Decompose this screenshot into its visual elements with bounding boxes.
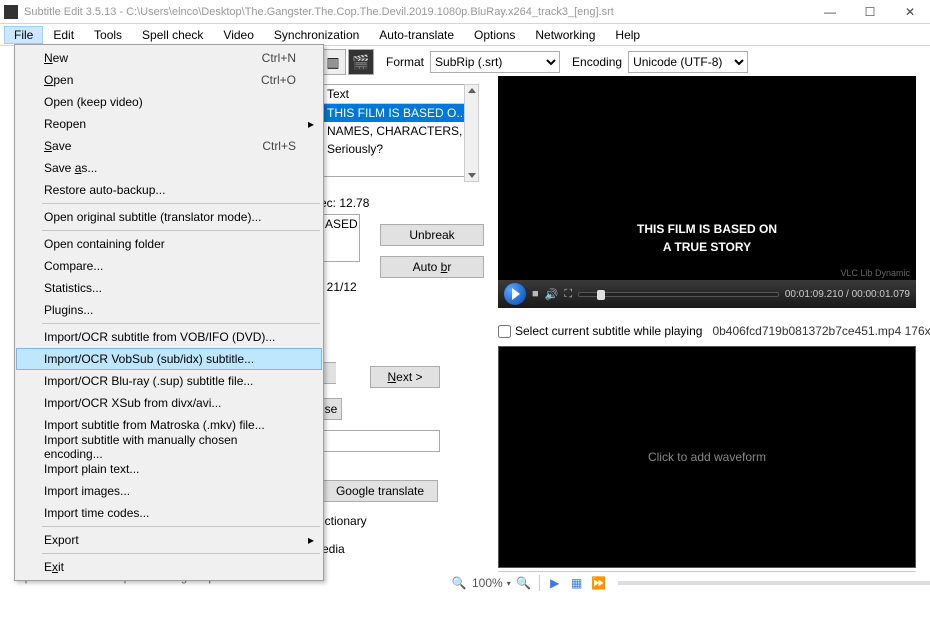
select-current-label: Select current subtitle while playing xyxy=(515,324,702,338)
menu-autotranslate[interactable]: Auto-translate xyxy=(369,26,464,44)
menu-item-import-vob[interactable]: Import/OCR subtitle from VOB/IFO (DVD)..… xyxy=(16,326,322,348)
list-row[interactable]: THIS FILM IS BASED O... xyxy=(321,104,477,122)
menu-item-restore-backup[interactable]: Restore auto-backup... xyxy=(16,179,322,201)
select-current-checkbox[interactable] xyxy=(498,325,511,338)
minimize-button[interactable]: — xyxy=(810,5,850,19)
text-field-fragment[interactable] xyxy=(320,430,440,452)
subtitle-textarea[interactable]: ASED xyxy=(320,214,360,262)
video-controls: ■ 🔊 ⛶ 00:01:09.210 / 00:00:01.079 xyxy=(498,280,916,308)
video-caption: THIS FILM IS BASED ON A TRUE STORY xyxy=(498,220,916,256)
close-button[interactable]: ✕ xyxy=(890,5,930,19)
menu-item-import-encoding[interactable]: Import subtitle with manually chosen enc… xyxy=(16,436,322,458)
menu-options[interactable]: Options xyxy=(464,26,525,44)
zoom-out-icon[interactable]: 🔍 xyxy=(450,574,468,592)
window-title: Subtitle Edit 3.5.13 - C:\Users\elnco\De… xyxy=(24,6,810,18)
subtitle-list[interactable]: Text THIS FILM IS BASED O... NAMES, CHAR… xyxy=(320,84,478,177)
list-row[interactable]: Seriously? xyxy=(321,140,477,158)
zoom-value: 100% xyxy=(472,576,503,590)
encoding-label: Encoding xyxy=(572,55,622,69)
menu-spellcheck[interactable]: Spell check xyxy=(132,26,213,44)
menu-item-save[interactable]: SaveCtrl+S xyxy=(16,135,322,157)
menu-item-import-images[interactable]: Import images... xyxy=(16,480,322,502)
unbreak-button[interactable]: Unbreak xyxy=(380,224,484,246)
maximize-button[interactable]: ☐ xyxy=(850,5,890,19)
menu-file[interactable]: File xyxy=(4,26,43,44)
menu-bar: File Edit Tools Spell check Video Synchr… xyxy=(0,24,930,46)
video-time: 00:01:09.210 / 00:00:01.079 xyxy=(785,289,910,300)
toolbar-button-clapper[interactable]: 🎬 xyxy=(348,49,374,75)
chars-sec-label: ec: 12.78 xyxy=(320,196,369,210)
format-select[interactable]: SubRip (.srt) xyxy=(430,51,560,73)
menu-item-export[interactable]: Export▸ xyxy=(16,529,322,551)
list-row[interactable] xyxy=(321,158,477,176)
play-button[interactable] xyxy=(504,283,526,305)
stop-icon[interactable]: ■ xyxy=(532,288,539,300)
select-current-row: Select current subtitle while playing 0b… xyxy=(498,324,930,338)
zoom-toolbar: 🔍 100% ▾ 🔍 ▶ ▦ ⏩ xyxy=(450,574,930,592)
menu-item-open-keep-video[interactable]: Open (keep video) xyxy=(16,91,322,113)
file-menu-dropdown: NewCtrl+N OpenCtrl+O Open (keep video) R… xyxy=(14,44,324,581)
menu-item-reopen[interactable]: Reopen▸ xyxy=(16,113,322,135)
title-bar: Subtitle Edit 3.5.13 - C:\Users\elnco\De… xyxy=(0,0,930,24)
menu-video[interactable]: Video xyxy=(213,26,263,44)
toolbar: ▥ 🎬 Format SubRip (.srt) Encoding Unicod… xyxy=(320,46,748,78)
menu-item-open[interactable]: OpenCtrl+O xyxy=(16,69,322,91)
volume-icon[interactable]: 🔊 xyxy=(545,288,559,301)
menu-networking[interactable]: Networking xyxy=(525,26,605,44)
menu-item-plugins[interactable]: Plugins... xyxy=(16,299,322,321)
menu-item-import-text[interactable]: Import plain text... xyxy=(16,458,322,480)
list-scrollbar[interactable] xyxy=(464,84,479,182)
auto-br-button[interactable]: Auto br xyxy=(380,256,484,278)
menu-item-import-bluray[interactable]: Import/OCR Blu-ray (.sup) subtitle file.… xyxy=(16,370,322,392)
app-icon xyxy=(4,5,18,19)
video-file-info: 0b406fcd719b081372b7ce451.mp4 176x144 MP… xyxy=(712,324,930,338)
menu-edit[interactable]: Edit xyxy=(43,26,84,44)
waveform-panel[interactable]: Click to add waveform xyxy=(498,346,916,568)
menu-sync[interactable]: Synchronization xyxy=(264,26,369,44)
menu-item-statistics[interactable]: Statistics... xyxy=(16,277,322,299)
menu-tools[interactable]: Tools xyxy=(84,26,132,44)
menu-item-import-timecodes[interactable]: Import time codes... xyxy=(16,502,322,524)
menu-item-import-xsub[interactable]: Import/OCR XSub from divx/avi... xyxy=(16,392,322,414)
dictionary-fragment: ictionary xyxy=(322,510,382,532)
menu-item-open-folder[interactable]: Open containing folder xyxy=(16,233,322,255)
zoom-in-icon[interactable]: 🔍 xyxy=(515,574,533,592)
list-row[interactable]: NAMES, CHARACTERS, ... xyxy=(321,122,477,140)
separator xyxy=(498,571,916,572)
fullscreen-icon[interactable]: ⛶ xyxy=(564,288,572,301)
next-button[interactable]: Next > xyxy=(370,366,440,388)
google-translate-button[interactable]: Google translate xyxy=(322,480,438,502)
menu-item-compare[interactable]: Compare... xyxy=(16,255,322,277)
grid-icon[interactable]: ▦ xyxy=(568,574,586,592)
play-icon[interactable]: ▶ xyxy=(546,574,564,592)
ff-icon[interactable]: ⏩ xyxy=(590,574,608,592)
video-watermark: VLC Lib Dynamic xyxy=(840,268,910,278)
menu-item-exit[interactable]: Exit xyxy=(16,556,322,578)
menu-item-new[interactable]: NewCtrl+N xyxy=(16,47,322,69)
encoding-select[interactable]: Unicode (UTF-8) xyxy=(628,51,748,73)
menu-item-save-as[interactable]: Save as... xyxy=(16,157,322,179)
menu-help[interactable]: Help xyxy=(605,26,650,44)
video-player[interactable]: THIS FILM IS BASED ON A TRUE STORY VLC L… xyxy=(498,76,916,308)
format-label: Format xyxy=(386,55,424,69)
zoom-slider-track[interactable] xyxy=(618,581,930,585)
media-fragment: edia xyxy=(322,538,382,560)
menu-item-open-original[interactable]: Open original subtitle (translator mode)… xyxy=(16,206,322,228)
list-header-text[interactable]: Text xyxy=(321,85,477,104)
line-chars-label: : 21/12 xyxy=(320,280,357,294)
menu-item-import-vobsub[interactable]: Import/OCR VobSub (sub/idx) subtitle... xyxy=(16,348,322,370)
seek-bar[interactable] xyxy=(578,292,779,297)
